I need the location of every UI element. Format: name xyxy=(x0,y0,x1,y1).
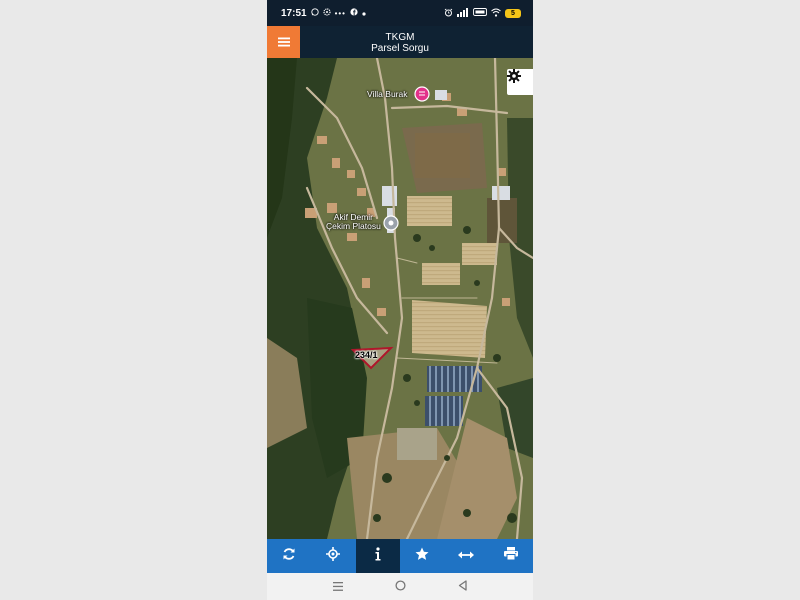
parcel-label[interactable]: 234/1 xyxy=(355,350,378,360)
map-imagery xyxy=(267,58,533,539)
alarm-icon xyxy=(444,8,453,19)
star-icon xyxy=(415,547,429,566)
favorites-button[interactable] xyxy=(400,539,444,573)
hotel-pin-icon xyxy=(414,86,430,102)
status-time: 17:51 xyxy=(281,7,307,19)
satellite-map[interactable]: Villa Burak Akif Demir Çekim Platosu 234… xyxy=(267,58,533,539)
app-title: TKGM xyxy=(385,32,415,43)
status-left: 17:51 ••• xyxy=(281,8,366,19)
facebook-icon xyxy=(350,7,358,19)
print-button[interactable] xyxy=(489,539,533,573)
refresh-icon xyxy=(282,547,296,566)
home-icon xyxy=(394,578,406,596)
location-pin-icon xyxy=(383,215,399,231)
back-icon xyxy=(458,578,467,596)
recent-apps-icon xyxy=(333,578,343,596)
signal-icon xyxy=(457,7,469,19)
wifi-icon xyxy=(491,8,501,19)
home-button[interactable] xyxy=(385,577,415,597)
status-right: 5 xyxy=(444,7,521,19)
measure-button[interactable] xyxy=(444,539,488,573)
dots-icon: ••• xyxy=(334,8,346,18)
system-nav-bar xyxy=(267,573,533,600)
refresh-button[interactable] xyxy=(267,539,311,573)
app-subtitle: Parsel Sorgu xyxy=(371,43,429,54)
back-button[interactable] xyxy=(447,577,477,597)
recent-apps-button[interactable] xyxy=(323,577,353,597)
map-settings-button[interactable] xyxy=(507,69,533,95)
place-label-line2: Çekim Platosu xyxy=(326,221,381,231)
place-label-filming-studio[interactable]: Akif Demir Çekim Platosu xyxy=(326,213,381,231)
phone-screen: 17:51 ••• 5 TKGM Parsel Sorgu Villa Bura… xyxy=(267,0,533,600)
bottom-toolbar xyxy=(267,539,533,573)
info-icon xyxy=(374,546,382,566)
print-icon xyxy=(503,547,518,565)
dot-icon xyxy=(362,8,366,19)
status-bar: 17:51 ••• 5 xyxy=(267,0,533,26)
app-header: TKGM Parsel Sorgu xyxy=(267,26,533,58)
settings-small-icon xyxy=(322,7,331,19)
place-label-villa-burak[interactable]: Villa Burak xyxy=(367,90,407,99)
battery-icon: 5 xyxy=(505,8,521,18)
volte-icon xyxy=(473,8,487,18)
menu-button[interactable] xyxy=(267,26,300,58)
whatsapp-icon xyxy=(310,7,319,19)
measure-arrows-icon xyxy=(458,547,475,565)
info-button[interactable] xyxy=(355,539,400,573)
crosshair-icon xyxy=(326,546,341,566)
hamburger-icon xyxy=(277,37,290,47)
locate-button[interactable] xyxy=(311,539,355,573)
